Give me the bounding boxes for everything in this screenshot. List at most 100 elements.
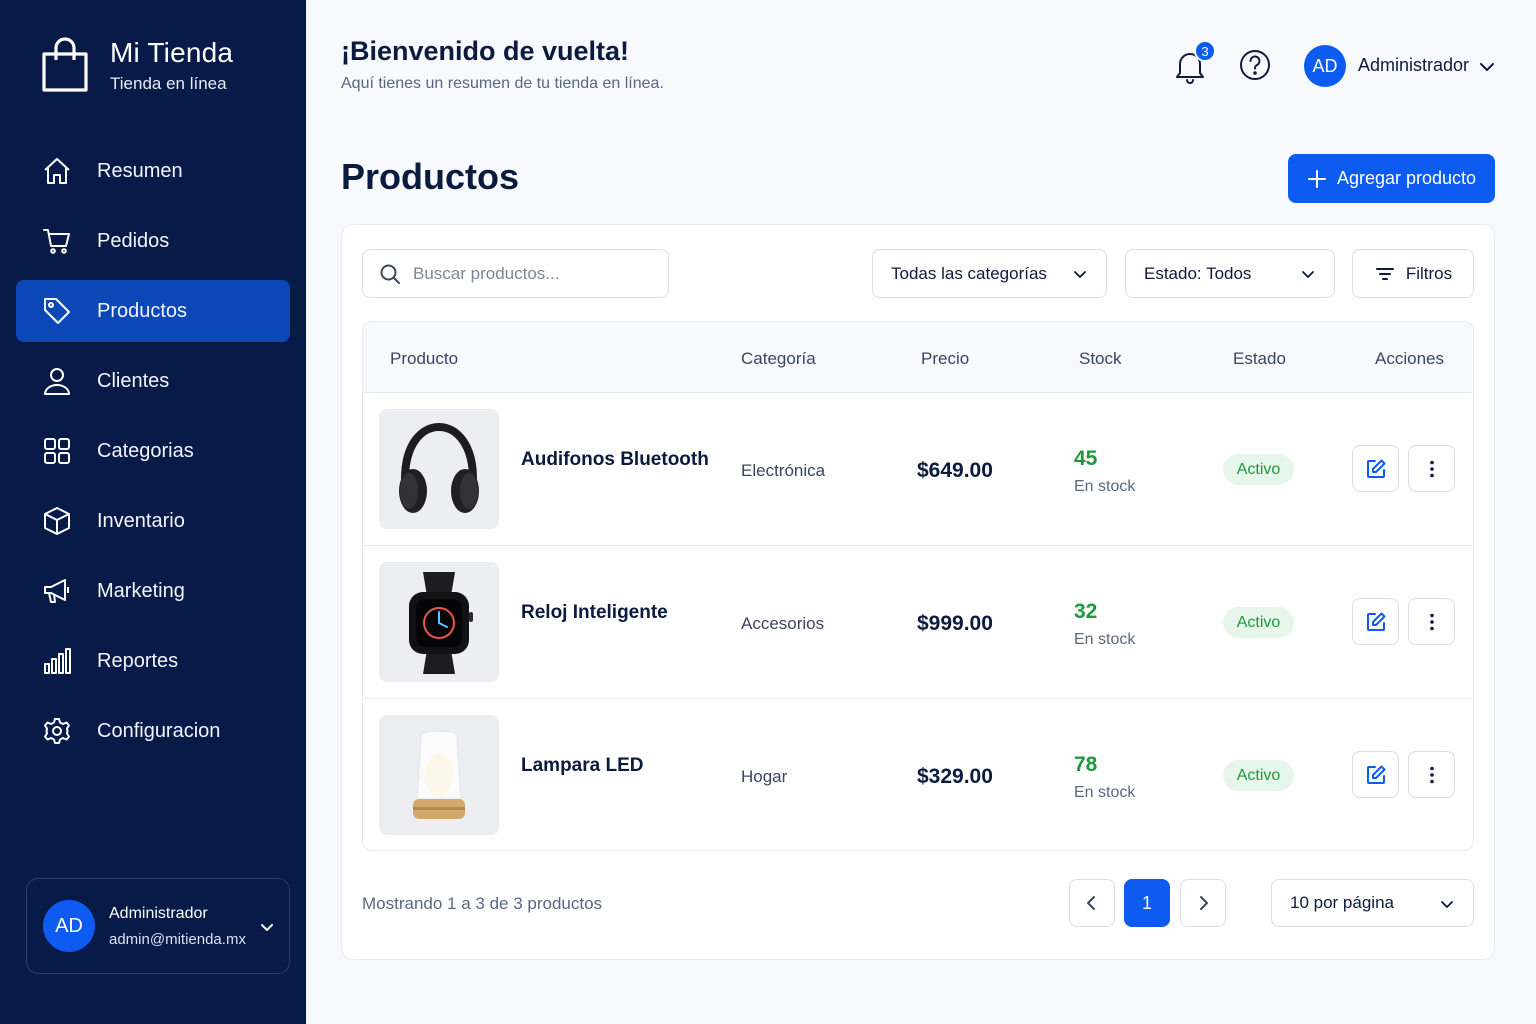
category-select-value: Todas las categorías — [891, 263, 1047, 283]
add-product-button[interactable]: Agregar producto — [1288, 154, 1495, 203]
prev-page-button[interactable] — [1069, 879, 1115, 927]
sidebar-item-label: Marketing — [97, 579, 185, 602]
home-icon — [42, 156, 72, 186]
sidebar-item-configuracion[interactable]: Configuracion — [16, 700, 290, 762]
sidebar-item-label: Configuracion — [97, 719, 221, 742]
status-select-value: Estado: Todos — [1144, 263, 1252, 283]
search-icon — [380, 264, 400, 284]
sidebar-item-productos[interactable]: Productos — [16, 280, 290, 342]
stock-label: En stock — [1074, 784, 1136, 801]
product-name[interactable]: Lampara LED — [521, 755, 643, 777]
edit-icon — [1366, 459, 1385, 478]
product-price: $329.00 — [917, 765, 993, 788]
product-category: Hogar — [741, 767, 788, 786]
column-header-stock[interactable]: Stock — [1079, 349, 1122, 369]
brand[interactable]: Mi Tienda Tienda en línea — [40, 36, 233, 94]
more-vertical-icon — [1429, 613, 1434, 630]
box-icon — [42, 506, 72, 536]
avatar: AD — [43, 900, 95, 952]
sidebar-nav: Resumen Pedidos Productos Clientes Categ… — [16, 140, 290, 770]
product-image-smartwatch — [379, 562, 499, 682]
header-user-name[interactable]: Administrador — [1358, 55, 1469, 76]
welcome-subtitle: Aquí tienes un resumen de tu tienda en l… — [341, 75, 664, 92]
status-badge: Activo — [1223, 760, 1294, 791]
brand-subtitle: Tienda en línea — [110, 74, 227, 93]
product-name[interactable]: Reloj Inteligente — [521, 602, 668, 624]
product-name[interactable]: Audifonos Bluetooth — [521, 449, 709, 471]
header-avatar[interactable]: AD — [1304, 45, 1346, 87]
page-button-current[interactable]: 1 — [1124, 879, 1170, 927]
products-table: Producto Categoría Precio Stock Estado A… — [362, 321, 1474, 851]
column-header-price[interactable]: Precio — [921, 349, 969, 369]
column-header-category[interactable]: Categoría — [741, 349, 816, 369]
column-header-status[interactable]: Estado — [1233, 349, 1286, 369]
user-name: Administrador — [109, 904, 208, 922]
plus-icon — [1307, 169, 1326, 188]
chevron-right-icon — [1200, 896, 1208, 910]
bar-chart-icon — [42, 646, 72, 676]
product-stock: 32 — [1074, 600, 1098, 623]
filters-button[interactable]: Filtros — [1352, 249, 1474, 298]
sidebar-item-label: Inventario — [97, 509, 185, 532]
sidebar-item-label: Clientes — [97, 369, 170, 392]
gear-icon — [42, 716, 72, 746]
table-row[interactable]: Lampara LED Hogar $329.00 78 En stock Ac… — [363, 699, 1473, 850]
product-price: $649.00 — [917, 459, 993, 482]
products-card: Todas las categorías Estado: Todos Filtr… — [341, 224, 1495, 960]
product-stock: 78 — [1074, 753, 1098, 776]
product-category: Electrónica — [741, 461, 826, 480]
per-page-value: 10 por página — [1290, 893, 1394, 912]
chevron-down-icon — [1302, 271, 1314, 278]
per-page-select[interactable]: 10 por página — [1271, 879, 1474, 927]
product-price: $999.00 — [917, 612, 993, 635]
user-email: admin@mitienda.mx — [109, 930, 246, 948]
status-select[interactable]: Estado: Todos — [1125, 249, 1335, 298]
sidebar-item-pedidos[interactable]: Pedidos — [16, 210, 290, 272]
brand-title: Mi Tienda — [110, 37, 234, 68]
sidebar-item-marketing[interactable]: Marketing — [16, 560, 290, 622]
table-row[interactable]: Reloj Inteligente Accesorios $999.00 32 … — [363, 546, 1473, 699]
next-page-button[interactable] — [1180, 879, 1226, 927]
chevron-down-icon — [261, 924, 273, 931]
chevron-down-icon — [1441, 901, 1453, 908]
welcome-title: ¡Bienvenido de vuelta! — [341, 36, 630, 66]
more-vertical-icon — [1429, 766, 1434, 783]
edit-button[interactable] — [1352, 751, 1399, 798]
welcome-block: ¡Bienvenido de vuelta! Aquí tienes un re… — [341, 36, 664, 93]
table-header: Producto Categoría Precio Stock Estado A… — [363, 322, 1473, 393]
help-icon[interactable] — [1238, 48, 1272, 82]
product-stock: 45 — [1074, 447, 1098, 470]
sidebar-user-card[interactable]: AD Administrador admin@mitienda.mx — [26, 878, 290, 974]
sidebar-item-clientes[interactable]: Clientes — [16, 350, 290, 412]
sidebar-item-categorias[interactable]: Categorias — [16, 420, 290, 482]
sidebar-item-resumen[interactable]: Resumen — [16, 140, 290, 202]
more-options-button[interactable] — [1408, 598, 1455, 645]
grid-icon — [42, 436, 72, 466]
search-box[interactable] — [362, 249, 669, 298]
pagination-summary: Mostrando 1 a 3 de 3 productos — [362, 894, 603, 913]
tag-icon — [42, 296, 72, 326]
search-input[interactable] — [413, 263, 653, 284]
sidebar-item-reportes[interactable]: Reportes — [16, 630, 290, 692]
more-vertical-icon — [1429, 460, 1434, 477]
notification-badge: 3 — [1194, 40, 1216, 62]
page-title: Productos — [341, 156, 520, 197]
category-select[interactable]: Todas las categorías — [872, 249, 1107, 298]
more-options-button[interactable] — [1408, 445, 1455, 492]
add-product-label: Agregar producto — [1336, 168, 1477, 188]
sidebar-item-label: Productos — [97, 299, 188, 322]
edit-button[interactable] — [1352, 445, 1399, 492]
product-category: Accesorios — [741, 614, 825, 633]
column-header-actions: Acciones — [1375, 349, 1444, 368]
cart-icon — [42, 226, 72, 256]
chevron-down-icon[interactable] — [1478, 58, 1496, 76]
edit-button[interactable] — [1352, 598, 1399, 645]
sidebar-item-label: Resumen — [97, 159, 183, 182]
sidebar-item-label: Categorias — [97, 439, 194, 462]
column-header-product[interactable]: Producto — [390, 349, 458, 369]
more-options-button[interactable] — [1408, 751, 1455, 798]
sidebar-item-inventario[interactable]: Inventario — [16, 490, 290, 552]
product-image-headphones — [379, 409, 499, 529]
product-image-lamp — [379, 715, 499, 835]
table-row[interactable]: Audifonos Bluetooth Electrónica $649.00 … — [363, 393, 1473, 546]
